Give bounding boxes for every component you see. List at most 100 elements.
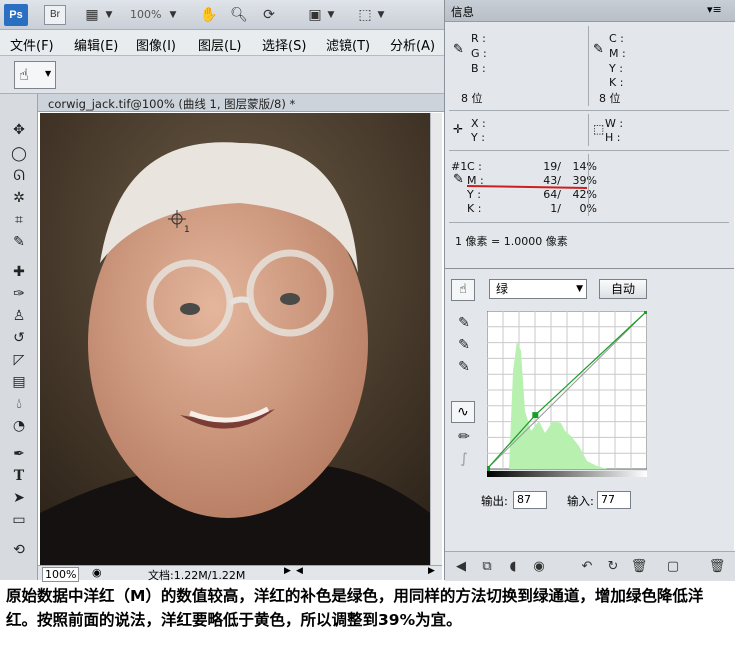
- info-r-label: R :: [471, 32, 486, 45]
- hand-tool-icon[interactable]: ✋: [198, 6, 220, 24]
- clone-stamp-tool-icon[interactable]: ♙: [8, 306, 30, 326]
- reset-icon[interactable]: ↻: [603, 558, 623, 576]
- info-divider: [588, 114, 589, 146]
- lasso-tool-icon[interactable]: ᘏ: [8, 166, 30, 186]
- magic-wand-tool-icon[interactable]: ✲: [8, 188, 30, 208]
- bridge-button[interactable]: Br: [44, 5, 66, 25]
- arrange-documents-icon[interactable]: ▣: [304, 6, 326, 24]
- sampler-row-label: K :: [467, 202, 482, 215]
- info-panel: 信息 ▾≡ ✎ R : G : B : 8 位 ✎ C : M : Y : K …: [444, 0, 735, 268]
- sampler-row: K : 1/ 0%: [467, 202, 597, 216]
- dodge-tool-icon[interactable]: ◔: [8, 416, 30, 436]
- rectangle-tool-icon[interactable]: ▭: [8, 510, 30, 530]
- type-tool-icon[interactable]: T: [8, 466, 30, 486]
- gradient-tool-icon[interactable]: ▤: [8, 372, 30, 392]
- smooth-curve-icon[interactable]: ∫: [453, 449, 475, 469]
- status-zoom-field[interactable]: 100%: [42, 567, 80, 582]
- menu-file[interactable]: 文件(F): [10, 35, 54, 54]
- curve-control-point[interactable]: [644, 308, 650, 314]
- crop-tool-icon[interactable]: ⌗: [8, 210, 30, 230]
- previous-state-icon[interactable]: ↶: [577, 558, 597, 576]
- document-title[interactable]: corwig_jack.tif@100% (曲线 1, 图层蒙版/8) *: [48, 96, 295, 112]
- blur-tool-icon[interactable]: 💧︎: [8, 394, 30, 414]
- chevron-down-icon[interactable]: ▼: [326, 6, 336, 24]
- info-x-label: X :: [471, 117, 486, 130]
- input-label: 输入:: [567, 494, 594, 508]
- zoom-level-select[interactable]: 100%: [130, 8, 161, 21]
- sampler-row-after: 39%: [572, 174, 597, 187]
- history-brush-tool-icon[interactable]: ↺: [8, 328, 30, 348]
- adjustments-footer: ◀ ⧉ ◖ ◉ ↶ ↻ 🗑︎ ▢ 🗑︎: [445, 551, 735, 581]
- path-selection-tool-icon[interactable]: ➤: [8, 488, 30, 508]
- panel-menu-icon[interactable]: ▾≡: [707, 3, 722, 16]
- delete-trash-icon[interactable]: 🗑︎: [629, 558, 649, 576]
- document-canvas[interactable]: 1: [40, 113, 430, 565]
- status-arrow-icon[interactable]: ▶: [284, 566, 291, 576]
- scroll-left-icon[interactable]: ◀: [296, 566, 303, 576]
- chevron-down-icon[interactable]: ▼: [104, 6, 114, 24]
- pen-tool-icon[interactable]: ✒: [8, 444, 30, 464]
- menu-select[interactable]: 选择(S): [262, 35, 306, 54]
- screen-mode-icon[interactable]: ⬚: [354, 6, 376, 24]
- info-g-label: G :: [471, 47, 487, 60]
- info-b-label: B :: [471, 62, 486, 75]
- output-field[interactable]: 87: [513, 491, 547, 509]
- zoom-tool-icon[interactable]: 🔍︎: [228, 6, 250, 24]
- brush-tool-icon[interactable]: ✑: [8, 284, 30, 304]
- rotate-view-icon[interactable]: ⟳: [258, 6, 280, 24]
- input-field[interactable]: 77: [597, 491, 631, 509]
- chevron-down-icon: ▼: [576, 284, 583, 294]
- vertical-scrollbar[interactable]: [430, 113, 442, 565]
- sampler-row-before: 64/: [543, 188, 561, 201]
- elliptical-marquee-tool-icon[interactable]: ◯: [8, 144, 30, 164]
- pixel-ratio-text: 1 像素 = 1.0000 像素: [455, 235, 568, 248]
- menu-analysis[interactable]: 分析(A): [390, 35, 435, 54]
- scroll-right-icon[interactable]: ▶: [428, 566, 435, 576]
- channel-select-value: 绿: [496, 282, 509, 296]
- curve-graph-svg: [484, 308, 650, 477]
- visibility-eye-icon[interactable]: ◉: [529, 558, 549, 576]
- tool-preset-picker[interactable]: ☝ ▼: [14, 61, 56, 89]
- curve-graph[interactable]: [484, 308, 650, 477]
- white-point-eyedropper-icon[interactable]: ✎: [453, 357, 475, 377]
- menu-image[interactable]: 图像(I): [136, 35, 176, 54]
- options-bar: ☝ ▼: [0, 56, 444, 94]
- targeted-adjustment-icon[interactable]: ☝: [451, 279, 475, 301]
- black-point-eyedropper-icon[interactable]: ✎: [453, 313, 475, 333]
- adjustments-curves-panel: ☝ ✎ ✎ ✎ ∿ ✏ ∫ 绿 ▼ 自动 输出: 87 输入: 77 ◀ ⧉ ◖…: [444, 268, 735, 581]
- output-label: 输出:: [481, 494, 508, 508]
- sampler-row: Y : 64/ 42%: [467, 188, 597, 202]
- info-panel-title[interactable]: 信息: [451, 4, 474, 20]
- channel-select[interactable]: 绿 ▼: [489, 279, 587, 299]
- expanded-view-icon[interactable]: ⧉: [477, 558, 497, 576]
- targeted-adjustment-icon: ☝: [19, 65, 29, 84]
- info-bitdepth-right: 8 位: [599, 92, 621, 105]
- status-menu-icon[interactable]: ◉: [92, 566, 102, 579]
- view-extras-icon[interactable]: ▦: [80, 6, 104, 24]
- eraser-tool-icon[interactable]: ◸: [8, 350, 30, 370]
- info-h-label: H :: [605, 131, 621, 144]
- back-arrow-icon[interactable]: ◀: [451, 558, 471, 576]
- new-layer-icon[interactable]: ▢: [663, 558, 683, 576]
- healing-brush-tool-icon[interactable]: ✚: [8, 262, 30, 282]
- gray-point-eyedropper-icon[interactable]: ✎: [453, 335, 475, 355]
- chevron-down-icon[interactable]: ▼: [376, 6, 386, 24]
- curve-edit-points-icon[interactable]: ∿: [451, 401, 475, 423]
- menu-filter[interactable]: 滤镜(T): [326, 35, 370, 54]
- auto-button[interactable]: 自动: [599, 279, 647, 299]
- pencil-draw-icon[interactable]: ✏: [453, 427, 475, 447]
- info-y-label: Y :: [609, 62, 623, 75]
- 3d-rotate-tool-icon[interactable]: ⟲: [8, 540, 30, 560]
- curves-tool-column: ☝ ✎ ✎ ✎ ∿ ✏ ∫: [445, 269, 479, 541]
- curve-control-point[interactable]: [532, 412, 539, 419]
- input-gradient-bar: [487, 471, 647, 477]
- document-size: 文档:1.22M/1.22M: [148, 569, 246, 582]
- application-bar: Ps Br ▦ ▼ 100% ▼ ✋ 🔍︎ ⟳ ▣ ▼ ⬚ ▼: [0, 0, 444, 30]
- menu-edit[interactable]: 编辑(E): [74, 35, 118, 54]
- eyedropper-tool-icon[interactable]: ✎: [8, 232, 30, 252]
- delete-trash-icon[interactable]: 🗑︎: [707, 558, 727, 576]
- chevron-down-icon[interactable]: ▼: [168, 6, 178, 24]
- menu-layer[interactable]: 图层(L): [198, 35, 241, 54]
- move-tool-icon[interactable]: ✥: [8, 120, 30, 140]
- clip-to-layer-icon[interactable]: ◖: [503, 558, 523, 576]
